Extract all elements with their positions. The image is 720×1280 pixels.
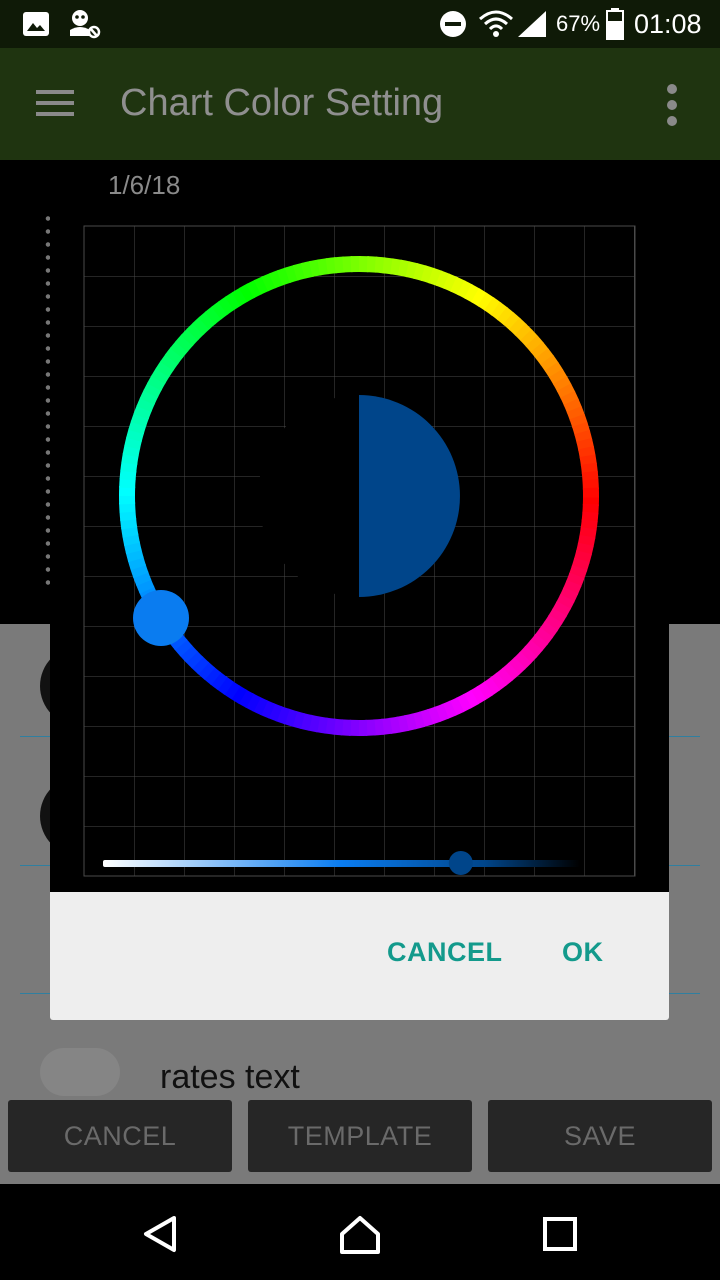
home-icon[interactable] xyxy=(338,1212,382,1261)
app-bar: Chart Color Setting xyxy=(0,48,720,160)
save-button[interactable]: SAVE xyxy=(488,1100,712,1172)
signal-icon xyxy=(516,0,548,48)
chart-date-label: 1/6/18 xyxy=(108,170,181,200)
back-icon[interactable] xyxy=(138,1212,182,1261)
navigation-bar xyxy=(0,1184,720,1280)
color-picker-panel xyxy=(50,208,669,892)
dialog-ok-button[interactable]: OK xyxy=(562,922,604,982)
page-title: Chart Color Setting xyxy=(120,82,444,124)
cancel-button[interactable]: CANCEL xyxy=(8,1100,232,1172)
hue-selector-handle[interactable] xyxy=(133,590,189,646)
value-slider-handle[interactable] xyxy=(448,851,473,875)
color-picker-dialog: CANCEL OK xyxy=(50,208,669,1020)
recents-icon[interactable] xyxy=(542,1216,578,1257)
dialog-button-bar: CANCEL OK xyxy=(50,892,669,1020)
do-not-disturb-icon xyxy=(438,0,468,48)
template-button[interactable]: TEMPLATE xyxy=(248,1100,472,1172)
image-icon xyxy=(22,0,50,48)
status-bar: 67% 01:08 xyxy=(0,0,720,48)
color-swatch[interactable] xyxy=(40,1048,120,1096)
dialog-cancel-button[interactable]: CANCEL xyxy=(387,922,503,982)
overflow-menu-icon[interactable] xyxy=(662,82,682,128)
value-slider-track[interactable] xyxy=(103,860,580,867)
clock: 01:08 xyxy=(634,8,702,39)
menu-icon[interactable] xyxy=(36,88,76,120)
list-item-label: rates text xyxy=(160,1058,300,1096)
usb-debug-icon xyxy=(66,0,102,48)
battery-percent: 67% xyxy=(556,11,601,36)
battery-icon xyxy=(606,0,624,48)
wifi-icon xyxy=(478,0,514,48)
